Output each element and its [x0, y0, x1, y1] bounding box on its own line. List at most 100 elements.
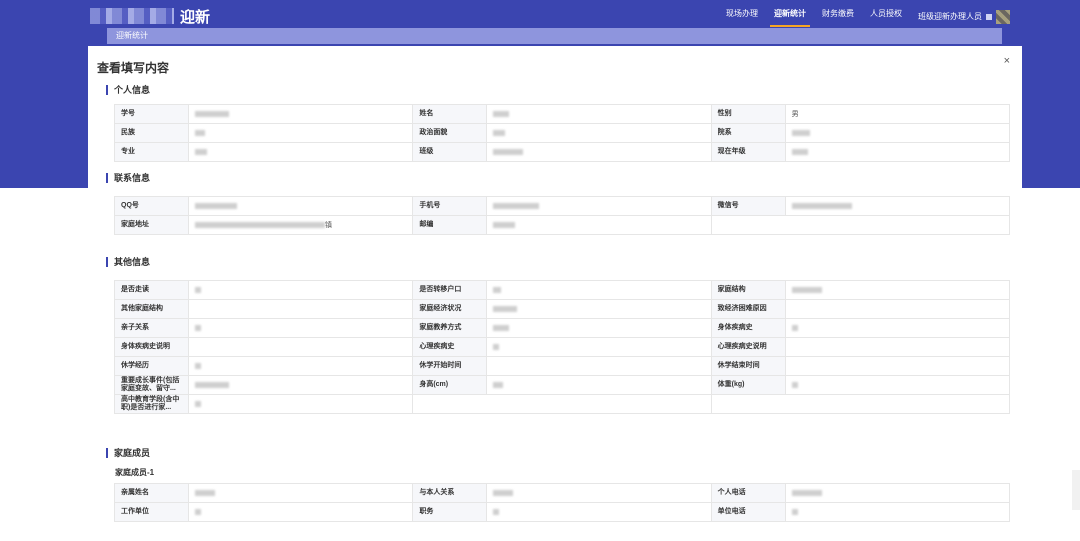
field-value [486, 280, 712, 300]
redacted-value [195, 286, 201, 293]
field-value [486, 337, 712, 357]
field-label: 邮编 [412, 215, 488, 235]
redacted-value [493, 305, 518, 312]
redacted-value [195, 222, 325, 228]
redacted-value [791, 148, 808, 155]
field-label: 政治面貌 [412, 123, 488, 143]
scrollbar[interactable] [1072, 470, 1080, 510]
field-value [187, 356, 414, 376]
field-value [187, 104, 414, 124]
field-value [784, 356, 1011, 376]
table-row: 学号 姓名 性别男 [114, 104, 1011, 124]
contact-info-table: QQ号 手机号 微信号 家庭地址 镇 邮编 [114, 196, 1011, 235]
redacted-value [195, 508, 201, 515]
field-label: 民族 [114, 123, 189, 143]
field-value [784, 196, 1011, 216]
field-label: 高中教育学段(含中职)是否进行家... [114, 394, 189, 414]
field-value [187, 196, 414, 216]
redacted-value [195, 489, 215, 496]
nav-onsite[interactable]: 现场办理 [718, 5, 766, 29]
field-label: 休学开始时间 [412, 356, 488, 376]
user-menu[interactable]: 班级迎新办理人员 [910, 5, 1010, 29]
app-title: 迎新 [180, 8, 211, 26]
table-row: 身体疾病史说明 心理疾病史 心理疾病史说明 [114, 337, 1011, 357]
field-label: 性别 [710, 104, 786, 124]
redacted-value [493, 129, 506, 136]
table-row: 专业 班级 现在年级 [114, 142, 1011, 162]
nav-statistics[interactable]: 迎新统计 [766, 5, 814, 29]
redacted-value [195, 202, 237, 209]
table-row: 休学经历 休学开始时间 休学结束时间 [114, 356, 1011, 376]
close-icon[interactable]: × [1004, 56, 1010, 67]
main-nav: 现场办理 迎新统计 财务缴费 人员授权 班级迎新办理人员 [718, 5, 1010, 29]
field-label: 身体疾病史说明 [114, 337, 189, 357]
field-label: 单位电话 [710, 502, 786, 522]
field-label: 家庭结构 [710, 280, 786, 300]
redacted-value [791, 129, 810, 136]
field-value [784, 123, 1011, 143]
redacted-value [493, 381, 504, 388]
personal-info-table: 学号 姓名 性别男民族 政治面貌 院系 专业 班级 现在年级 [114, 104, 1011, 162]
field-label: 姓名 [412, 104, 488, 124]
field-value [187, 280, 414, 300]
field-value [784, 142, 1011, 162]
field-value [187, 483, 414, 503]
section-other-title: 其他信息 [106, 257, 150, 267]
table-row: 亲属姓名 与本人关系 个人电话 [114, 483, 1011, 503]
field-value [187, 337, 414, 357]
menu-icon [986, 14, 992, 20]
field-label: 身高(cm) [412, 375, 488, 395]
empty-cell [486, 394, 712, 414]
redacted-value [195, 362, 201, 369]
redacted-value [791, 202, 852, 209]
field-label: 个人电话 [710, 483, 786, 503]
redacted-value [195, 324, 201, 331]
field-value [784, 502, 1011, 522]
field-label: 微信号 [710, 196, 786, 216]
avatar[interactable] [996, 10, 1010, 24]
nav-authorization[interactable]: 人员授权 [862, 5, 910, 29]
detail-modal: 查看填写内容 × 个人信息 学号 姓名 性别男民族 政治面貌 院系 专业 班级 现在年级 联系… [88, 46, 1022, 541]
field-label: 心理疾病史说明 [710, 337, 786, 357]
redacted-value [493, 324, 510, 331]
redacted-value [791, 508, 798, 515]
field-label: 是否转移户口 [412, 280, 488, 300]
field-label: 家庭地址 [114, 215, 189, 235]
field-label: 是否走读 [114, 280, 189, 300]
field-value [486, 483, 712, 503]
field-label: 专业 [114, 142, 189, 162]
field-value [187, 394, 414, 414]
table-row: 高中教育学段(含中职)是否进行家... [114, 394, 1011, 414]
tab-statistics[interactable]: 迎新统计 [116, 30, 148, 42]
redacted-value [791, 324, 798, 331]
field-label: 手机号 [412, 196, 488, 216]
field-value-text: 男 [791, 111, 799, 118]
family-info-table: 亲属姓名 与本人关系 个人电话 工作单位 职务 单位电话 [114, 483, 1011, 522]
redacted-value [493, 286, 502, 293]
field-value: 男 [784, 104, 1011, 124]
modal-title: 查看填写内容 [97, 61, 170, 75]
empty-cell [710, 394, 786, 414]
field-label: 现在年级 [710, 142, 786, 162]
redacted-value [791, 381, 798, 388]
field-value [187, 375, 414, 395]
redacted-value [493, 202, 540, 209]
field-label: 亲属姓名 [114, 483, 189, 503]
field-value [486, 123, 712, 143]
section-contact-title: 联系信息 [106, 173, 150, 183]
field-label: 身体疾病史 [710, 318, 786, 338]
table-row: 重要成长事件(包括家庭变故、留守... 身高(cm) 体重(kg) [114, 375, 1011, 395]
field-label: 与本人关系 [412, 483, 488, 503]
redacted-value [195, 381, 229, 388]
nav-payment[interactable]: 财务缴费 [814, 5, 862, 29]
empty-cell [412, 394, 487, 414]
empty-cell [710, 215, 786, 235]
field-label: 亲子关系 [114, 318, 189, 338]
field-label: 家庭教养方式 [412, 318, 488, 338]
field-value [486, 196, 712, 216]
field-label: 休学经历 [114, 356, 189, 376]
redacted-value [195, 400, 201, 407]
redacted-value [791, 286, 822, 293]
field-value [486, 375, 712, 395]
table-row: 亲子关系 家庭教养方式 身体疾病史 [114, 318, 1011, 338]
